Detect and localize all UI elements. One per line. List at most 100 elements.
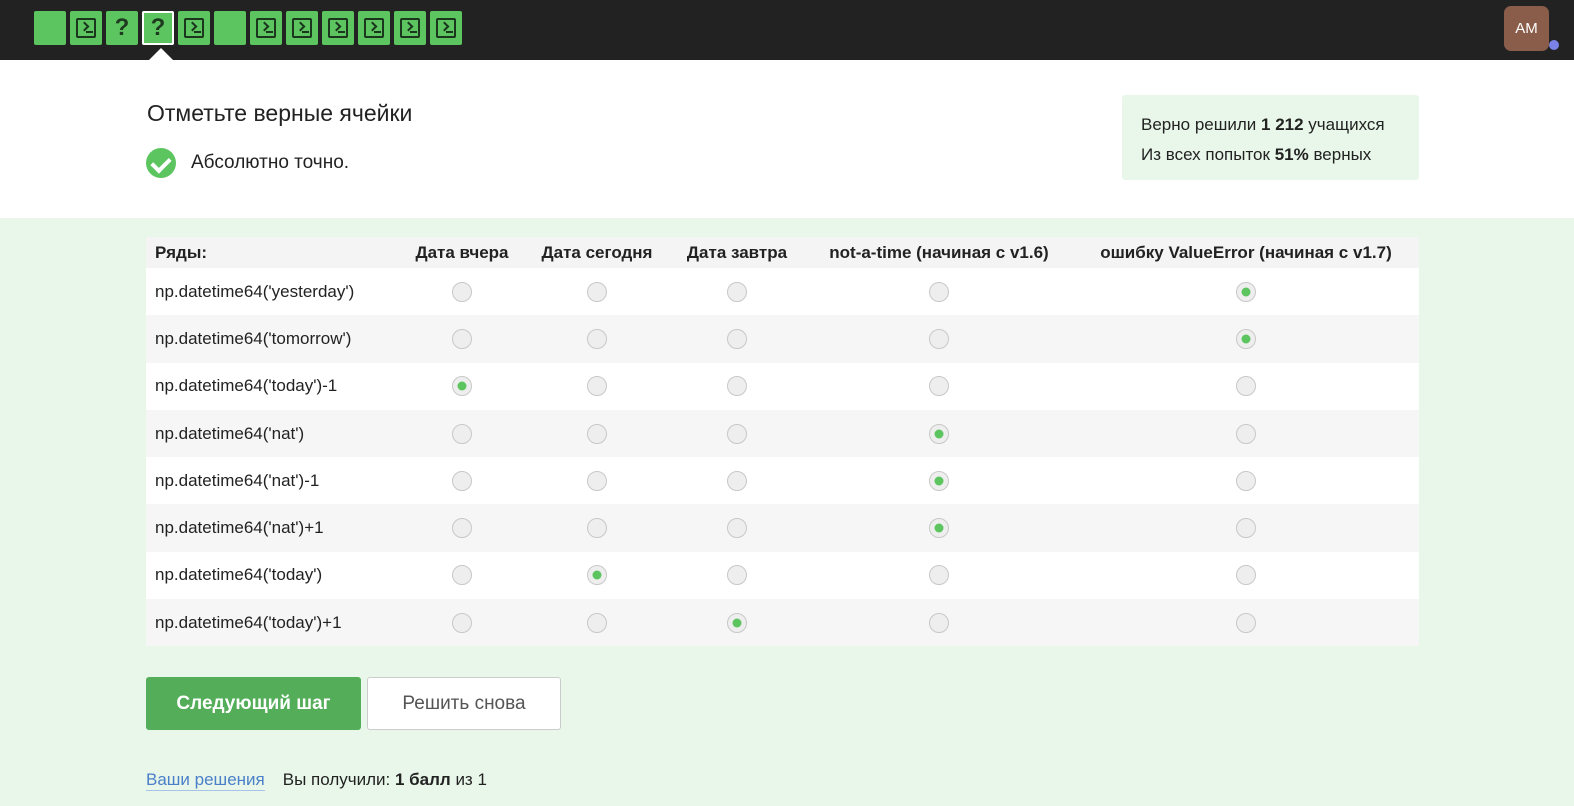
row-label: np.datetime64('today'): [155, 565, 323, 585]
step-1[interactable]: [34, 11, 66, 45]
radio-button[interactable]: [587, 565, 607, 586]
radio-button[interactable]: [1236, 281, 1256, 302]
radio-button[interactable]: [452, 423, 472, 444]
radio-button[interactable]: [587, 470, 607, 491]
column-header: not-a-time (начиная с v1.6): [829, 242, 1049, 262]
row-label: np.datetime64('tomorrow'): [155, 328, 352, 348]
radio-button[interactable]: [929, 470, 949, 491]
question-icon: ?: [150, 14, 166, 41]
result-status-text: Абсолютно точно.: [191, 152, 350, 173]
radio-button[interactable]: [1236, 612, 1256, 633]
row-header-label: Ряды:: [155, 242, 208, 262]
column-header: Дата вчера: [415, 242, 509, 262]
column-header: Дата сегодня: [541, 242, 653, 262]
solved-suffix: учащихся: [1308, 115, 1385, 134]
radio-button[interactable]: [929, 518, 949, 539]
step-3[interactable]: ?: [106, 11, 138, 45]
table-row: np.datetime64('nat')+1: [146, 504, 1419, 552]
notification-dot: [1549, 40, 1559, 50]
task-title: Отметьте верные ячейки: [147, 100, 413, 126]
attempts-percent: 51%: [1274, 145, 1309, 164]
row-label: np.datetime64('today')-1: [155, 376, 338, 396]
step-6[interactable]: [214, 11, 246, 45]
step-4[interactable]: ?: [142, 11, 174, 45]
score-total: 1: [477, 770, 487, 789]
terminal-icon: [256, 18, 276, 38]
radio-button[interactable]: [587, 612, 607, 633]
step-10[interactable]: [358, 11, 390, 45]
task-header: Отметьте верные ячейки Абсолютно точно. …: [0, 60, 1574, 218]
radio-button[interactable]: [452, 612, 472, 633]
radio-button[interactable]: [929, 281, 949, 302]
score-prefix: Вы получили:: [282, 770, 391, 789]
radio-button[interactable]: [1236, 518, 1256, 539]
score-text: Вы получили: 1 балл из 1: [283, 770, 487, 790]
terminal-icon: [184, 18, 204, 38]
table-row: np.datetime64('today'): [146, 551, 1419, 600]
step-9[interactable]: [322, 11, 354, 45]
step-2[interactable]: [70, 11, 102, 45]
question-icon: ?: [114, 14, 130, 41]
radio-button[interactable]: [727, 518, 747, 539]
score-middle: из: [455, 770, 473, 789]
radio-button[interactable]: [727, 281, 747, 302]
solved-prefix: Верно решили: [1141, 115, 1257, 134]
radio-button[interactable]: [929, 376, 949, 397]
radio-button[interactable]: [452, 518, 472, 539]
table-header-row: Ряды: Дата вчера Дата сегодня Дата завтра no…: [146, 237, 1419, 268]
step-navigation: ??: [34, 11, 462, 45]
table-row: np.datetime64('tomorrow'): [146, 315, 1419, 363]
radio-button[interactable]: [587, 281, 607, 302]
step-12[interactable]: [430, 11, 462, 45]
radio-button[interactable]: [727, 565, 747, 586]
next-step-button[interactable]: Следующий шаг: [146, 677, 361, 730]
radio-button[interactable]: [587, 423, 607, 444]
answer-matrix: Ряды: Дата вчера Дата сегодня Дата завтра no…: [146, 237, 1419, 647]
attempts-prefix: Из всех попыток: [1141, 145, 1270, 164]
radio-button[interactable]: [452, 470, 472, 491]
radio-button[interactable]: [587, 328, 607, 349]
radio-button[interactable]: [727, 376, 747, 397]
step-8[interactable]: [286, 11, 318, 45]
user-avatar[interactable]: AM: [1504, 6, 1549, 51]
terminal-icon: [364, 18, 384, 38]
radio-button[interactable]: [587, 518, 607, 539]
radio-button[interactable]: [1236, 376, 1256, 397]
column-header: ошибку ValueError (начиная с v1.7): [1100, 242, 1392, 262]
check-circle-icon: [146, 148, 176, 178]
radio-button[interactable]: [929, 565, 949, 586]
terminal-icon: [292, 18, 312, 38]
radio-button[interactable]: [929, 612, 949, 633]
radio-button[interactable]: [929, 423, 949, 444]
radio-button[interactable]: [452, 328, 472, 349]
column-header: Дата завтра: [686, 242, 788, 262]
radio-button[interactable]: [452, 281, 472, 302]
radio-button[interactable]: [1236, 565, 1256, 586]
row-label: np.datetime64('yesterday'): [155, 281, 355, 301]
table-row: np.datetime64('yesterday'): [146, 268, 1419, 316]
radio-button[interactable]: [727, 470, 747, 491]
radio-button[interactable]: [727, 328, 747, 349]
row-label: np.datetime64('today')+1: [155, 612, 342, 632]
radio-button[interactable]: [587, 376, 607, 397]
solve-again-button[interactable]: Решить снова: [367, 677, 561, 730]
table-row: np.datetime64('today')+1: [146, 599, 1419, 647]
radio-button[interactable]: [929, 328, 949, 349]
radio-button[interactable]: [727, 612, 747, 633]
step-11[interactable]: [394, 11, 426, 45]
radio-button[interactable]: [452, 565, 472, 586]
your-solutions-link[interactable]: Ваши решения: [146, 770, 265, 791]
step-5[interactable]: [178, 11, 210, 45]
result-status: Абсолютно точно.: [146, 148, 349, 178]
step-7[interactable]: [250, 11, 282, 45]
active-step-pointer: [149, 48, 173, 60]
attempts-suffix: верных: [1313, 145, 1372, 164]
radio-button[interactable]: [1236, 328, 1256, 349]
radio-button[interactable]: [452, 376, 472, 397]
stats-box: Верно решили 1 212 учащихся Из всех попы…: [1122, 95, 1419, 180]
radio-button[interactable]: [1236, 423, 1256, 444]
top-bar: ?? AM: [0, 0, 1574, 60]
radio-button[interactable]: [727, 423, 747, 444]
row-label: np.datetime64('nat')+1: [155, 518, 324, 538]
radio-button[interactable]: [1236, 470, 1256, 491]
